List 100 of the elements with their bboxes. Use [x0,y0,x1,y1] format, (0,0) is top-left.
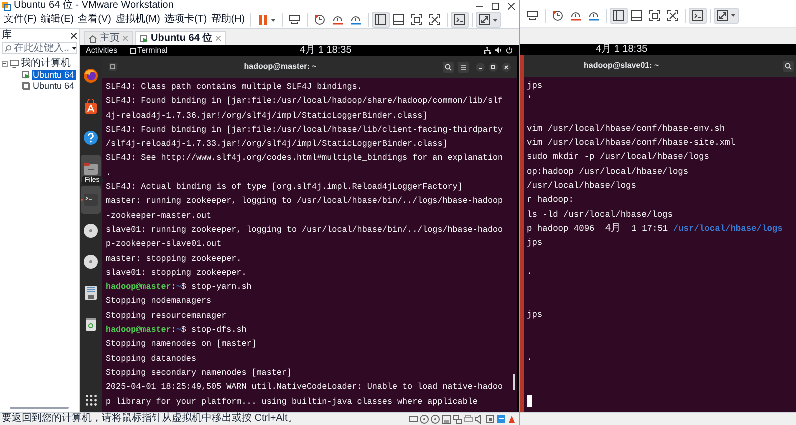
toolbar-button[interactable] [476,12,502,28]
app-grid-icon[interactable] [86,395,96,406]
terminal-icon [83,192,99,208]
toolbar-button[interactable] [714,8,739,24]
sidebar-layout-icon [613,10,625,22]
menu-item[interactable]: 查看(V) [76,15,114,25]
scrollbar[interactable] [10,407,69,409]
monitor-icon [10,60,19,68]
disc-icon[interactable] [431,414,440,424]
toolbar-button[interactable] [451,12,470,28]
shopping-bag-icon [83,99,99,115]
maximize-icon[interactable] [489,62,498,72]
speaker-icon[interactable] [495,47,502,54]
app-menu[interactable]: Terminal [130,46,168,54]
menu-item[interactable]: 虚拟机(M) [113,15,162,25]
terminal-line: jps [527,237,543,250]
terminal-line: /slf4j-reload4j-1.7.33.jar!/org/slf4j/impl/StaticLoggerBinder.class] [106,138,448,152]
terminal-line: ls -ld /usr/local/hbase/logs [527,208,673,222]
terminal-line: jps [527,308,543,322]
terminal-line: ' [527,94,532,108]
frameless-icon [667,10,679,22]
tab[interactable]: Ubuntu 64 位 [135,31,226,45]
terminal-line: SLF4J: See http://www.slf4j.org/codes.html#multiple_bindings for an explanation [106,152,504,166]
activities-button[interactable]: Activities [86,46,118,54]
stretch-icon [479,14,492,26]
close-icon[interactable] [502,62,512,72]
toolbar-button[interactable] [372,12,390,28]
window-title: Ubuntu 64 位 - VMware Workstation [14,1,174,11]
message-icon[interactable] [497,414,506,424]
terminal-line: master: stopping zookeeper. [106,252,242,266]
terminal-line: p-zookeeper-slave01.out [106,238,222,252]
terminal-line: r hadoop: [527,194,574,208]
terminal-line: op:hadoop /usr/local/hbase/logs [527,166,689,179]
folder-icon [83,161,99,177]
terminal-line: SLF4J: Class path contains multiple SLF4J bindings. [106,81,362,94]
tree-item[interactable]: Ubuntu 64 [32,70,76,80]
running-vm-icon [140,34,148,42]
menu-item[interactable]: 帮助(H) [209,15,248,25]
terminal-title: hadoop@master: ~ [244,63,317,71]
terminal-line: . [106,166,112,180]
clock[interactable]: 4月 1 18:35 [596,44,648,54]
sidebar-layout-icon [375,14,388,26]
terminal-line: p library for your platform... using builtin-java classes where applicable [106,396,478,409]
terminal-line: Stopping namenodes on [master] [106,338,257,352]
frameless-icon [429,14,442,26]
terminal-line: jps [527,80,543,93]
running-indicator [81,199,83,201]
tab[interactable]: 主页 [84,31,133,45]
collapse-icon[interactable] [2,60,8,66]
close-icon[interactable] [71,32,77,38]
terminal-line: slave01: running zookeeper, logging to /usr/local/hbase/bin/../logs/hbase-hadoo [106,224,504,237]
text-cursor [527,394,532,407]
terminal-line: Stopping secondary namenodes [master] [106,366,292,380]
caret-icon [493,18,498,22]
stretch-icon [717,10,729,22]
console-icon [454,14,466,26]
search-icon[interactable] [783,60,794,72]
menu-item[interactable]: 文件(F) [2,15,39,25]
search-icon[interactable] [443,62,454,72]
terminal-line: SLF4J: Actual binding is of type [org.slf4j.impl.Reload4jLoggerFactory] [106,181,463,194]
scrollbar[interactable] [513,374,515,390]
terminal-line: 2025-04-01 18:25:49,505 WARN util.NativeCodeLoader: Unable to load native-hadoo [106,381,504,394]
search-field[interactable]: 在此处键入... [2,42,77,54]
fullscreen-icon [649,10,661,22]
caret-icon [271,18,276,22]
toolbar-button[interactable] [689,8,707,24]
terminal-line: 4j-reload4j-1.7.36.jar!/org/slf4j/impl/StaticLoggerBinder.class] [106,110,428,123]
network-icon[interactable] [484,47,492,54]
maximize-icon[interactable] [492,2,499,10]
terminal-line: hadoop@master:~$ stop-dfs.sh [106,324,247,338]
close-icon[interactable] [508,2,515,10]
pause-icon [257,14,270,26]
panel-title: 库 [2,30,12,40]
power-icon[interactable] [506,47,514,54]
fullscreen-icon [411,14,424,26]
disc-icon[interactable] [420,414,429,424]
home-icon [89,34,97,42]
usb-icon[interactable] [486,414,495,424]
terminal-line: . [527,352,532,365]
minimize-icon[interactable] [476,62,486,72]
menu-item[interactable]: 选项卡(T) [162,15,210,25]
bottom-panel-layout-icon [393,14,406,26]
terminal-line: vim /usr/local/hbase/conf/hbase-site.xml [527,137,736,150]
console-icon [692,10,704,22]
new-tab-icon[interactable] [108,62,118,72]
terminal-line: p hadoop 4096 4月 1 17:51 /usr/local/hbase/logs [527,222,783,236]
menu-item[interactable]: 编辑(E) [38,15,76,25]
menu-icon[interactable] [458,62,470,72]
tree-item[interactable]: Ubuntu 64 [32,81,76,91]
toolbar-button[interactable] [610,8,628,24]
terminal-line: sudo mkdir -p /usr/local/hbase/logs [527,151,710,164]
tree-item[interactable]: 我的计算机 [21,58,71,68]
status-message: 要返回到您的计算机，请将鼠标指针从虚拟机中移出或按 Ctrl+Alt。 [2,414,298,424]
clock[interactable]: 4月 1 18:35 [300,46,352,56]
search-icon [5,44,12,52]
terminal-line: SLF4J: Found binding in [jar:file:/usr/local/hbase/lib/client-facing-thirdparty [106,124,504,137]
bottom-panel-layout-icon [631,10,643,22]
terminal-line: . [527,266,532,279]
terminal-line: hadoop@master:~$ stop-yarn.sh [106,281,252,294]
terminal-line: vim /usr/local/hbase/conf/hbase-env.sh [527,122,726,136]
